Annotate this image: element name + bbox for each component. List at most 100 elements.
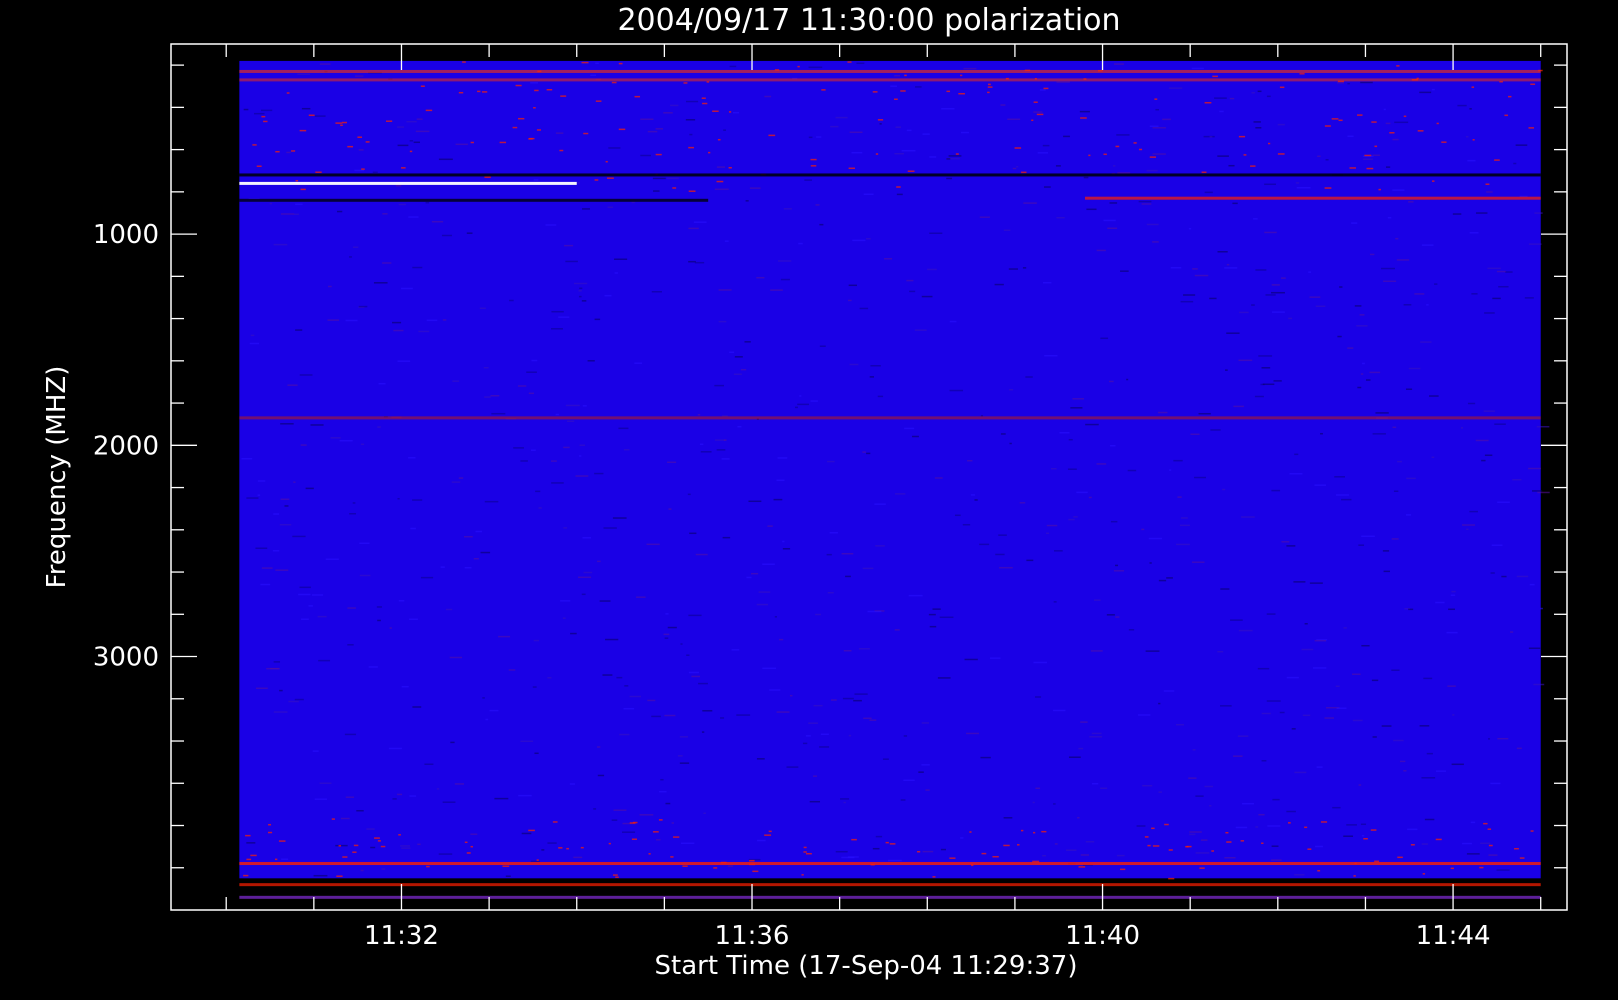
heatmap-cell xyxy=(830,699,837,701)
heatmap-cell xyxy=(1189,833,1196,836)
heatmap-cell xyxy=(377,426,381,428)
heatmap-cell xyxy=(907,170,915,172)
heatmap-cell xyxy=(1152,153,1166,155)
heatmap-cell xyxy=(1421,777,1436,779)
heatmap-cell xyxy=(1497,737,1509,740)
heatmap-cell xyxy=(583,571,593,574)
heatmap-cell xyxy=(1403,770,1407,772)
heatmap-cell xyxy=(900,90,906,92)
heatmap-cell xyxy=(1152,241,1159,243)
heatmap-cell xyxy=(1393,490,1399,493)
heatmap-cell xyxy=(1374,145,1378,148)
heatmap-cell xyxy=(261,567,273,569)
heatmap-cell xyxy=(1289,473,1303,475)
heatmap-cell xyxy=(1528,243,1542,245)
heatmap-cell xyxy=(672,836,680,838)
heatmap-cell xyxy=(395,184,402,187)
heatmap-cell xyxy=(268,823,272,826)
heatmap-cell xyxy=(615,876,619,878)
heatmap-cell xyxy=(1337,82,1344,84)
heatmap-cell xyxy=(1090,650,1103,652)
heatmap-cell xyxy=(245,834,251,837)
heatmap-cell xyxy=(1351,222,1358,224)
heatmap-cell xyxy=(441,234,452,237)
heatmap-cell xyxy=(1484,312,1495,314)
heatmap-cell xyxy=(1158,579,1167,582)
heatmap-cell xyxy=(769,689,781,691)
x-tick-label: 11:32 xyxy=(364,921,439,951)
heatmap-cell xyxy=(1385,122,1391,125)
heatmap-cell xyxy=(1238,135,1246,138)
heatmap-cell xyxy=(382,213,388,215)
heatmap-cell xyxy=(535,490,541,493)
heatmap-cell xyxy=(914,329,927,331)
heatmap-cell xyxy=(1324,717,1335,719)
heatmap-cell xyxy=(756,758,765,760)
heatmap-cell xyxy=(547,842,557,844)
heatmap-cell xyxy=(1016,165,1019,168)
heatmap-band xyxy=(239,69,1541,73)
heatmap-cell xyxy=(546,88,553,91)
heatmap-cell xyxy=(490,394,500,397)
heatmap-cell xyxy=(728,111,732,113)
heatmap-cell xyxy=(896,193,903,196)
heatmap-cell xyxy=(273,513,280,515)
heatmap-cell xyxy=(679,736,688,738)
heatmap-cell xyxy=(1173,459,1183,462)
heatmap-cell xyxy=(1316,766,1323,768)
heatmap-cell xyxy=(533,639,540,642)
heatmap-cell xyxy=(257,494,261,496)
heatmap-cell xyxy=(1120,868,1126,871)
heatmap-cell xyxy=(733,373,742,375)
heatmap-cell xyxy=(1372,736,1377,738)
heatmap-cell xyxy=(288,700,299,703)
heatmap-cell xyxy=(293,481,296,483)
heatmap-cell xyxy=(575,475,589,477)
heatmap-cell xyxy=(269,202,273,205)
heatmap-cell xyxy=(526,371,537,373)
heatmap-cell xyxy=(922,850,934,853)
heatmap-cell xyxy=(619,733,630,736)
heatmap-cell xyxy=(349,256,352,258)
heatmap-cell xyxy=(1254,395,1264,398)
heatmap-cell xyxy=(464,841,468,844)
heatmap-cell xyxy=(317,615,327,618)
heatmap-cell xyxy=(509,299,514,302)
heatmap-cell xyxy=(517,385,527,387)
heatmap-cell xyxy=(1331,118,1339,120)
heatmap-cell xyxy=(618,427,629,430)
heatmap-cell xyxy=(1055,165,1061,167)
heatmap-cell xyxy=(688,260,696,263)
heatmap-cell xyxy=(1372,433,1386,435)
heatmap-cell xyxy=(580,846,584,849)
heatmap-cell xyxy=(1349,167,1356,169)
heatmap-cell xyxy=(1354,305,1362,307)
heatmap-cell xyxy=(927,268,937,271)
heatmap-cell xyxy=(1378,188,1381,191)
heatmap-cell xyxy=(545,224,557,226)
heatmap-cell xyxy=(904,74,907,77)
heatmap-cell xyxy=(929,625,937,628)
heatmap-cell xyxy=(960,837,964,839)
heatmap-cell xyxy=(1472,139,1475,141)
heatmap-cell xyxy=(470,141,474,144)
heatmap-cell xyxy=(987,91,990,94)
heatmap-cell xyxy=(848,734,852,737)
heatmap-cell xyxy=(829,532,838,534)
heatmap-cell xyxy=(1487,267,1501,270)
heatmap-cell xyxy=(894,98,898,101)
heatmap-cell xyxy=(558,316,570,318)
heatmap-cell xyxy=(1085,423,1099,426)
heatmap-cell xyxy=(1312,667,1327,669)
heatmap-cell xyxy=(314,798,328,800)
heatmap-cell xyxy=(1314,639,1327,642)
heatmap-cell xyxy=(1079,110,1090,113)
heatmap-cell xyxy=(1419,725,1430,727)
heatmap-cell xyxy=(1050,467,1057,470)
heatmap-cell xyxy=(937,677,951,679)
heatmap-cell xyxy=(1537,491,1550,494)
heatmap-cell xyxy=(1138,148,1143,151)
heatmap-cell xyxy=(1149,156,1157,158)
heatmap-cell xyxy=(1142,784,1153,787)
heatmap-cell xyxy=(475,530,483,533)
